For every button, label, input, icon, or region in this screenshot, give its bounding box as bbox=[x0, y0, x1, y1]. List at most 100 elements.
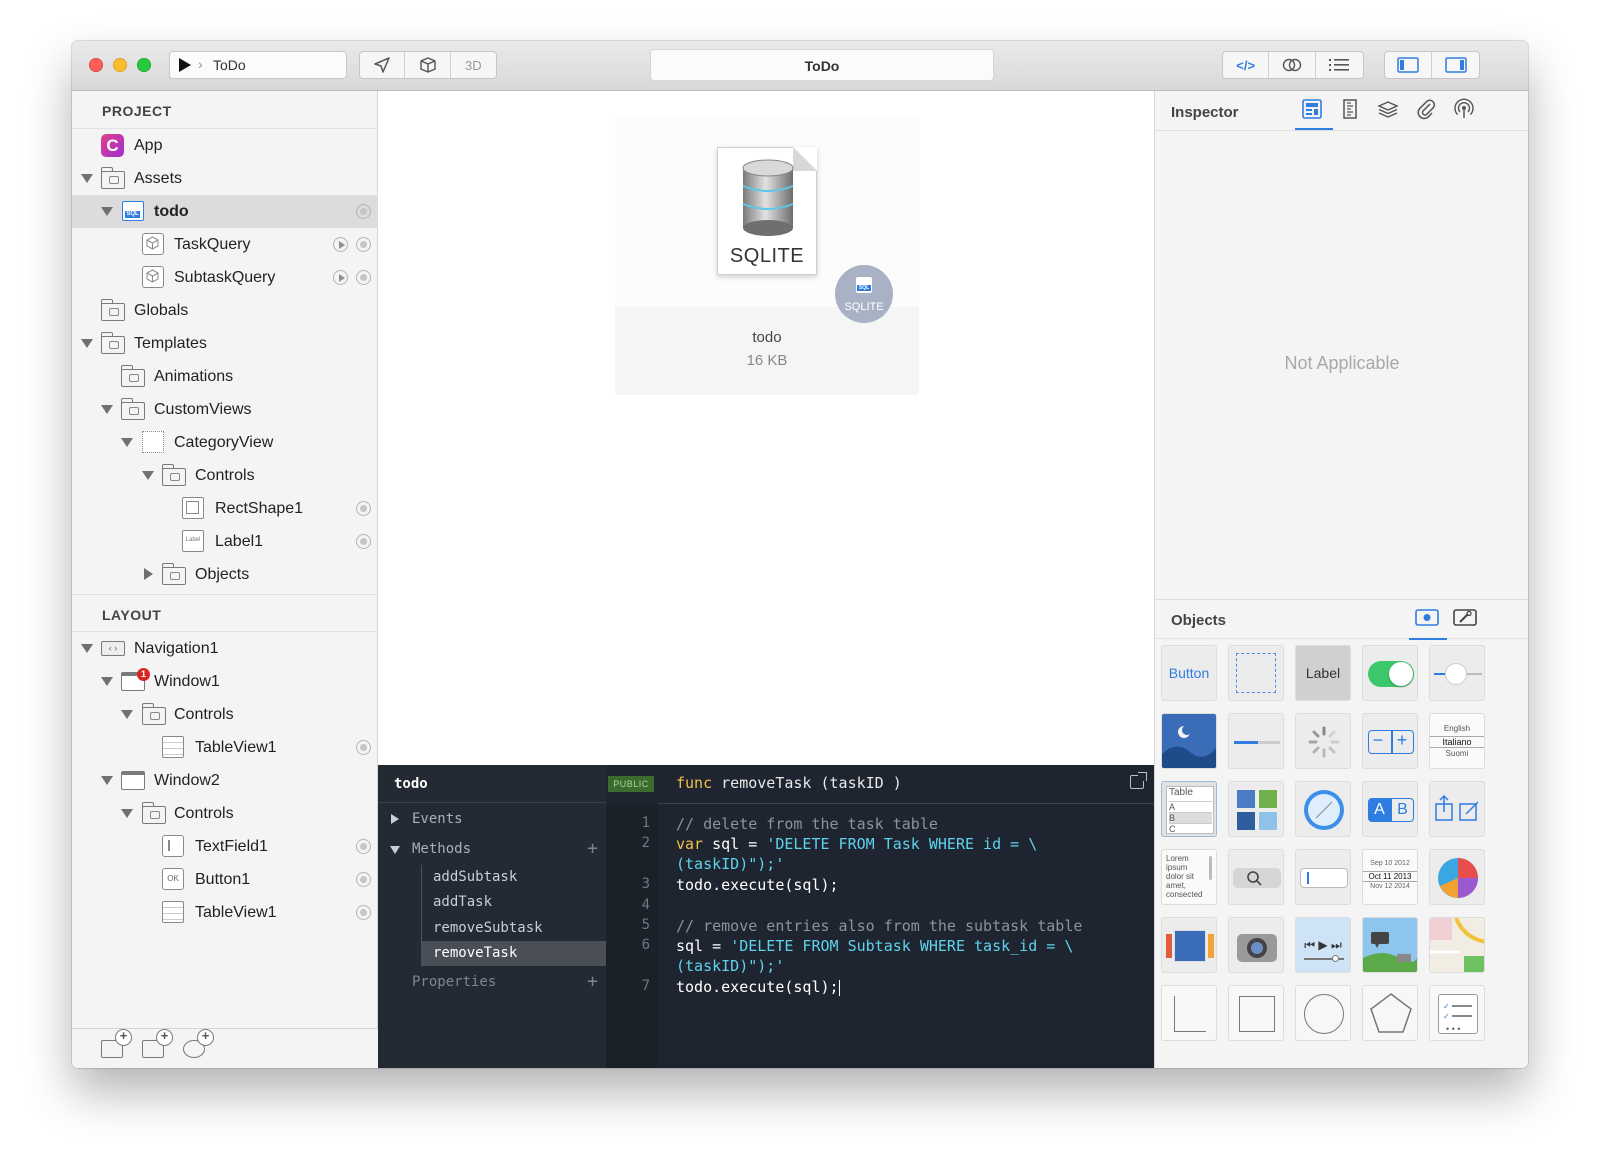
disclosure-triangle[interactable] bbox=[81, 339, 93, 348]
date-picker-object[interactable]: Sep 10 2012 Oct 11 2013 Nov 12 2014 bbox=[1362, 849, 1418, 905]
tree-item-templates[interactable]: Templates bbox=[72, 327, 378, 360]
tree-item-customviews[interactable]: CustomViews bbox=[72, 393, 378, 426]
size-tab-icon[interactable] bbox=[1339, 98, 1365, 122]
button-object[interactable]: Button bbox=[1161, 645, 1217, 701]
zoom-window-button[interactable] bbox=[137, 58, 151, 72]
camera-object[interactable] bbox=[1228, 917, 1284, 973]
activity-indicator-object[interactable] bbox=[1295, 713, 1351, 769]
tree-item-controls[interactable]: Controls bbox=[72, 797, 378, 830]
image-gallery-object[interactable] bbox=[1161, 917, 1217, 973]
section-events[interactable]: Events bbox=[378, 807, 606, 832]
segmented-control-object[interactable]: A B bbox=[1362, 781, 1418, 837]
status-dot[interactable] bbox=[356, 501, 371, 516]
tree-item-subtaskquery[interactable]: SubtaskQuery bbox=[72, 261, 378, 294]
tree-item-assets[interactable]: Assets bbox=[72, 162, 378, 195]
tree-item-window2[interactable]: Window2 bbox=[72, 764, 378, 797]
chart-object[interactable] bbox=[1429, 849, 1485, 905]
tree-item-categoryview[interactable]: CategoryView bbox=[72, 426, 378, 459]
method-item-selected[interactable]: removeTask bbox=[422, 941, 606, 966]
label-object[interactable]: Label bbox=[1295, 645, 1351, 701]
rect-shape-object[interactable] bbox=[1228, 985, 1284, 1041]
tree-item-animations[interactable]: Animations bbox=[72, 360, 378, 393]
tree-item-window1[interactable]: 1 Window1 bbox=[72, 665, 378, 698]
tree-item-rectshape1[interactable]: RectShape1 bbox=[72, 492, 378, 525]
tree-item-globals[interactable]: Globals bbox=[72, 294, 378, 327]
disclosure-triangle[interactable] bbox=[142, 471, 154, 480]
run-icon[interactable] bbox=[179, 58, 191, 72]
disclosure-triangle[interactable] bbox=[101, 405, 113, 414]
attributes-tab-icon[interactable] bbox=[1295, 98, 1333, 130]
picker-object[interactable]: English Italiano Suomi bbox=[1429, 713, 1485, 769]
open-external-icon[interactable] bbox=[1130, 772, 1147, 789]
polygon-shape-object[interactable] bbox=[1362, 985, 1418, 1041]
image-view-object[interactable] bbox=[1161, 713, 1217, 769]
tree-item-textfield1[interactable]: TextField1 bbox=[72, 830, 378, 863]
method-item[interactable]: addTask bbox=[422, 890, 606, 915]
disclosure-triangle[interactable] bbox=[101, 776, 113, 785]
status-dot[interactable] bbox=[356, 237, 371, 252]
disclosure-triangle[interactable] bbox=[121, 809, 133, 818]
add-object-icon[interactable] bbox=[183, 1029, 214, 1058]
package-icon[interactable] bbox=[405, 52, 451, 78]
tree-item-objects[interactable]: Objects bbox=[72, 558, 378, 591]
disclosure-triangle[interactable] bbox=[101, 207, 113, 216]
run-query-icon[interactable] bbox=[333, 237, 348, 252]
map-view-object[interactable] bbox=[1429, 917, 1485, 973]
add-method-icon[interactable]: + bbox=[587, 838, 598, 859]
video-player-object[interactable]: ⏮ ▶ ⏭ bbox=[1295, 917, 1351, 973]
tree-item-taskquery[interactable]: TaskQuery bbox=[72, 228, 378, 261]
add-property-icon[interactable]: + bbox=[587, 971, 598, 992]
left-panel-icon[interactable] bbox=[1385, 52, 1433, 78]
disclosure-triangle[interactable] bbox=[101, 677, 113, 686]
close-window-button[interactable] bbox=[89, 58, 103, 72]
asset-card[interactable]: SQLITE SQL SQLITE todo 16 KB bbox=[615, 117, 919, 395]
status-dot[interactable] bbox=[356, 204, 371, 219]
table-view-object[interactable]: Table A B C bbox=[1161, 781, 1217, 837]
toolbar-object[interactable] bbox=[1429, 781, 1485, 837]
object-library-tab-icon[interactable] bbox=[1409, 608, 1447, 640]
disclosure-triangle[interactable] bbox=[81, 644, 93, 653]
slider-object[interactable] bbox=[1429, 645, 1485, 701]
visibility-badge[interactable]: PUBLIC bbox=[608, 776, 654, 792]
search-bar-object[interactable] bbox=[1228, 849, 1284, 905]
stepper-object[interactable]: − + bbox=[1362, 713, 1418, 769]
status-dot[interactable] bbox=[356, 905, 371, 920]
web-view-object[interactable] bbox=[1295, 781, 1351, 837]
disclosure-triangle[interactable] bbox=[390, 846, 400, 854]
minimize-window-button[interactable] bbox=[113, 58, 127, 72]
run-query-icon[interactable] bbox=[333, 270, 348, 285]
scheme-selector[interactable]: › ToDo bbox=[169, 51, 347, 79]
circle-shape-object[interactable] bbox=[1295, 985, 1351, 1041]
tree-item-label1[interactable]: Label Label1 bbox=[72, 525, 378, 558]
code-icon[interactable]: </> bbox=[1223, 52, 1270, 78]
method-item[interactable]: removeSubtask bbox=[422, 916, 606, 941]
right-panel-icon[interactable] bbox=[1432, 52, 1479, 78]
tree-item-button1[interactable]: OK Button1 bbox=[72, 863, 378, 896]
text-field-object[interactable] bbox=[1295, 849, 1351, 905]
section-methods[interactable]: Methods + bbox=[378, 837, 606, 862]
disclosure-triangle[interactable] bbox=[144, 568, 153, 580]
view-object[interactable] bbox=[1228, 645, 1284, 701]
disclosure-triangle[interactable] bbox=[121, 438, 133, 447]
tree-item-tableview1[interactable]: TableView1 bbox=[72, 731, 378, 764]
add-navigation-icon[interactable] bbox=[142, 1029, 173, 1058]
layers-tab-icon[interactable] bbox=[1377, 98, 1403, 122]
status-dot[interactable] bbox=[356, 270, 371, 285]
toggle-icon[interactable] bbox=[1269, 52, 1316, 78]
tree-item-controls[interactable]: Controls bbox=[72, 459, 378, 492]
status-dot[interactable] bbox=[356, 740, 371, 755]
send-icon[interactable] bbox=[360, 52, 406, 78]
attachment-tab-icon[interactable] bbox=[1415, 98, 1441, 122]
status-dot[interactable] bbox=[356, 534, 371, 549]
form-object[interactable]: ✓ ✓ • • • bbox=[1429, 985, 1485, 1041]
broadcast-tab-icon[interactable] bbox=[1453, 98, 1479, 122]
disclosure-triangle[interactable] bbox=[81, 174, 93, 183]
tree-item-app[interactable]: C App bbox=[72, 129, 378, 162]
tree-item-todo[interactable]: SQL todo bbox=[72, 195, 378, 228]
map-callout-object[interactable] bbox=[1362, 917, 1418, 973]
status-dot[interactable] bbox=[356, 839, 371, 854]
view-3d-button[interactable]: 3D bbox=[451, 52, 496, 78]
snippet-library-tab-icon[interactable] bbox=[1453, 608, 1479, 632]
switch-object[interactable] bbox=[1362, 645, 1418, 701]
text-view-object[interactable]: Lorem ipsum dolor sit amet, consected bbox=[1161, 849, 1217, 905]
